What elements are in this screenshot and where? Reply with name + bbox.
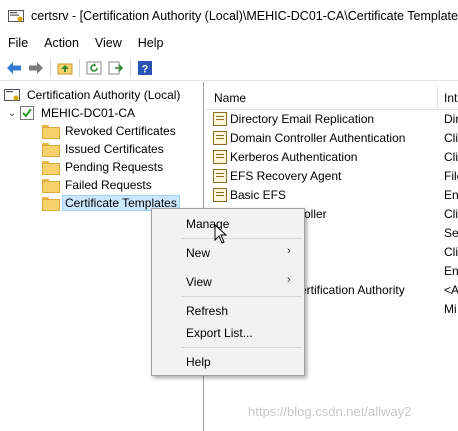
list-item[interactable]: Kerberos Authentication Cli	[206, 148, 458, 167]
up-folder-icon[interactable]	[54, 57, 76, 79]
toolbar-separator	[50, 58, 51, 77]
certificate-template-icon	[213, 150, 227, 164]
list-item-name: Domain Controller Authentication	[230, 131, 406, 145]
list-item[interactable]: EFS Recovery Agent File	[206, 167, 458, 186]
submenu-arrow-icon: ›	[287, 274, 291, 286]
folder-icon	[42, 197, 60, 211]
export-list-icon[interactable]	[105, 57, 127, 79]
toolbar: ?	[0, 55, 458, 81]
help-icon[interactable]: ?	[134, 57, 156, 79]
refresh-icon[interactable]	[83, 57, 105, 79]
list-item[interactable]: Directory Email Replication Dir	[206, 110, 458, 129]
window-title: certsrv - [Certification Authority (Loca…	[31, 9, 458, 23]
list-item-intent: Cli	[444, 207, 458, 221]
title-bar: certsrv - [Certification Authority (Loca…	[0, 0, 458, 32]
list-item-intent: Dir	[444, 112, 458, 126]
list-item-name: Directory Email Replication	[230, 112, 375, 126]
context-menu-view[interactable]: View	[186, 275, 212, 289]
context-menu-help[interactable]: Help	[186, 355, 211, 369]
toolbar-separator	[79, 58, 80, 77]
certification-authority-icon	[4, 89, 20, 101]
tree-item-label: Issued Certificates	[65, 142, 164, 156]
context-menu: Manage New › View › Refresh Export List.…	[151, 208, 305, 376]
certsrv-app-icon	[8, 9, 24, 23]
list-item[interactable]: Basic EFS Enc	[206, 186, 458, 205]
menu-separator	[181, 296, 302, 297]
tree-item-failed-requests[interactable]: Failed Requests	[42, 176, 155, 194]
list-item-name: Kerberos Authentication	[230, 150, 358, 164]
list-item[interactable]: Domain Controller Authentication Cli	[206, 129, 458, 148]
list-item-intent: <A	[444, 283, 458, 297]
tree-item-label: Failed Requests	[65, 178, 152, 192]
folder-icon	[42, 161, 60, 175]
list-header: Name Int	[206, 86, 458, 110]
list-item-name: ertification Authority	[300, 283, 405, 297]
tree-item-revoked-certificates[interactable]: Revoked Certificates	[42, 122, 179, 140]
menu-bar: File Action View Help	[0, 32, 458, 54]
list-item-name: Basic EFS	[230, 188, 287, 202]
menu-separator	[181, 347, 302, 348]
menu-view[interactable]: View	[87, 36, 130, 50]
context-menu-refresh[interactable]: Refresh	[186, 304, 228, 318]
column-divider[interactable]	[437, 86, 438, 110]
list-item-intent: Ser	[444, 226, 458, 240]
list-item-intent: Enc	[444, 188, 458, 202]
svg-text:?: ?	[142, 63, 149, 75]
toolbar-separator	[130, 58, 131, 77]
column-header-name[interactable]: Name	[214, 91, 246, 105]
submenu-arrow-icon: ›	[287, 245, 291, 257]
certificate-template-icon	[213, 112, 227, 126]
ca-server-icon	[20, 106, 34, 120]
tree-item-issued-certificates[interactable]: Issued Certificates	[42, 140, 167, 158]
menu-help[interactable]: Help	[130, 36, 172, 50]
tree-item-ca[interactable]: ⌄ MEHIC-DC01-CA	[6, 104, 138, 122]
tree-item-label: Certification Authority (Local)	[27, 88, 181, 102]
back-arrow-icon[interactable]	[3, 57, 25, 79]
certificate-template-icon	[213, 169, 227, 183]
chevron-down-icon[interactable]: ⌄	[6, 108, 18, 119]
watermark: https://blog.csdn.net/allway2	[248, 404, 412, 419]
mouse-cursor-icon	[214, 224, 228, 244]
tree-item-label: Revoked Certificates	[65, 124, 176, 138]
tree-item-pending-requests[interactable]: Pending Requests	[42, 158, 166, 176]
certificate-template-icon	[213, 131, 227, 145]
list-item-intent: Cli	[444, 245, 458, 259]
tree-item-label: MEHIC-DC01-CA	[41, 106, 136, 120]
list-item-intent: Enc	[444, 264, 458, 278]
context-menu-export-list[interactable]: Export List...	[186, 326, 253, 340]
tree-item-root[interactable]: Certification Authority (Local)	[4, 86, 183, 104]
certificate-template-icon	[213, 188, 227, 202]
menu-file[interactable]: File	[0, 36, 36, 50]
list-item-intent: Cli	[444, 150, 458, 164]
folder-icon	[42, 179, 60, 193]
list-item-intent: Mi	[444, 302, 457, 316]
tree-item-label: Pending Requests	[65, 160, 164, 174]
list-item-intent: Cli	[444, 131, 458, 145]
menu-action[interactable]: Action	[36, 36, 87, 50]
list-item-name: EFS Recovery Agent	[230, 169, 342, 183]
menu-separator	[181, 238, 302, 239]
folder-icon	[42, 125, 60, 139]
forward-arrow-icon[interactable]	[25, 57, 47, 79]
column-header-intended-purpose[interactable]: Int	[444, 91, 457, 105]
folder-icon	[42, 143, 60, 157]
list-item-intent: File	[444, 169, 458, 183]
context-menu-new[interactable]: New	[186, 246, 210, 260]
